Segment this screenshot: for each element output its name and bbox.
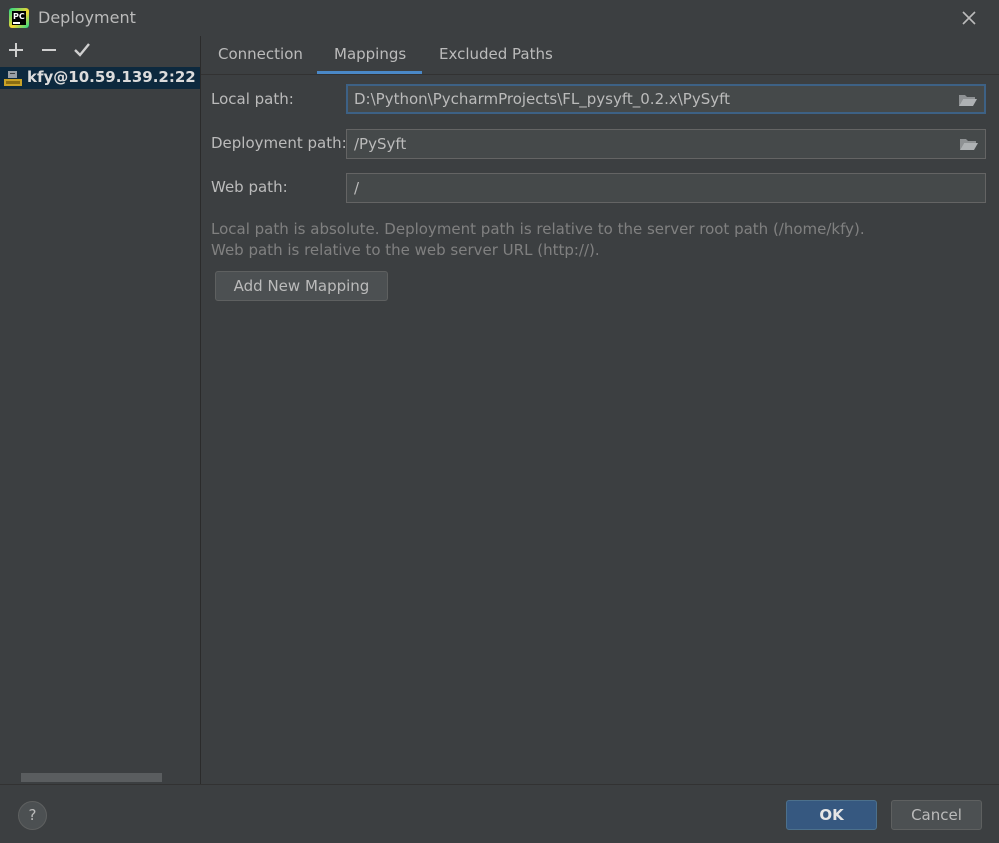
server-item-label: kfy@10.59.139.2:22 pas (27, 68, 200, 86)
minus-icon[interactable] (39, 40, 59, 60)
footer-border (0, 784, 999, 785)
web-path-label: Web path: (211, 178, 288, 196)
tab-bar: Connection Mappings Excluded Paths (201, 36, 999, 74)
cancel-button[interactable]: Cancel (891, 800, 982, 830)
close-icon[interactable] (960, 9, 978, 27)
ok-button[interactable]: OK (786, 800, 877, 830)
sftp-server-icon (4, 71, 22, 86)
server-list-panel (0, 36, 200, 784)
add-new-mapping-button[interactable]: Add New Mapping (215, 271, 388, 301)
help-button[interactable]: ? (18, 801, 47, 830)
tab-excluded-paths[interactable]: Excluded Paths (439, 45, 553, 63)
tab-bar-border (201, 74, 999, 75)
window-title: Deployment (38, 8, 136, 27)
local-path-value: D:\Python\PycharmProjects\FL_pysyft_0.2.… (354, 90, 731, 108)
deployment-path-value: /PySyft (354, 135, 407, 153)
local-path-label: Local path: (211, 90, 294, 108)
tab-connection[interactable]: Connection (218, 45, 303, 63)
web-path-value: / (354, 179, 360, 197)
deployment-path-label: Deployment path: (211, 134, 347, 152)
check-icon[interactable] (72, 40, 92, 60)
hint-text-line1: Local path is absolute. Deployment path … (211, 220, 865, 238)
pycharm-icon: PC (9, 8, 29, 28)
plus-icon[interactable] (6, 40, 26, 60)
title-bar: PC Deployment (0, 0, 999, 36)
web-path-input[interactable]: / (346, 173, 986, 203)
folder-icon[interactable] (958, 92, 978, 108)
panel-divider[interactable] (200, 36, 201, 784)
server-item[interactable]: kfy@10.59.139.2:22 pas (0, 67, 200, 89)
tab-mappings[interactable]: Mappings (334, 45, 406, 63)
local-path-input[interactable]: D:\Python\PycharmProjects\FL_pysyft_0.2.… (346, 84, 986, 114)
folder-icon[interactable] (959, 136, 979, 152)
hint-text-line2: Web path is relative to the web server U… (211, 241, 600, 259)
deployment-path-input[interactable]: /PySyft (346, 129, 986, 159)
horizontal-scrollbar[interactable] (21, 773, 162, 782)
